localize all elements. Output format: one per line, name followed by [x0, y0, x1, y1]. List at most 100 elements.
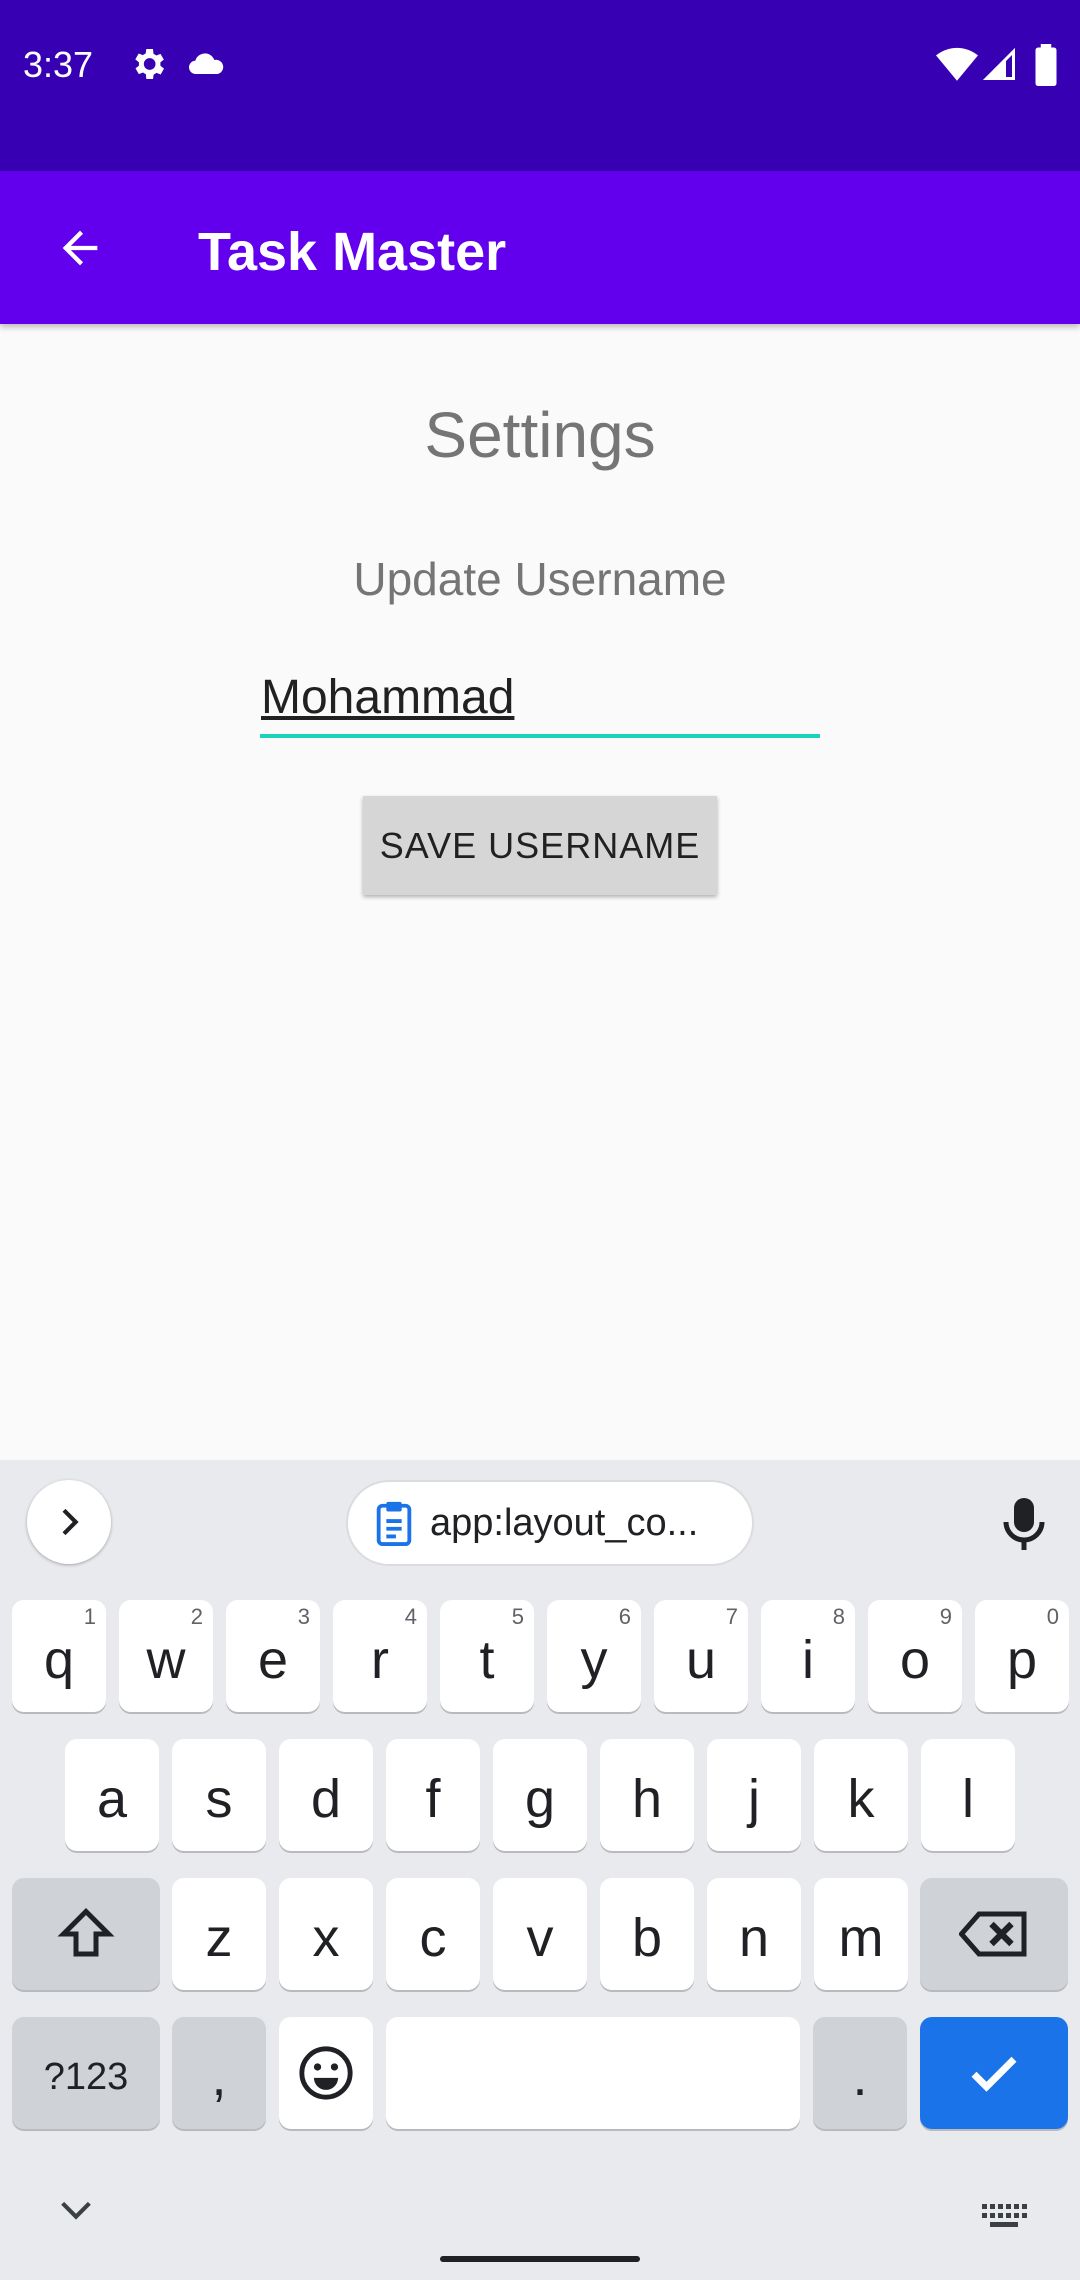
key-p-hint: 0 — [1046, 1604, 1059, 1629]
shift-key[interactable] — [12, 1878, 160, 1990]
key-g-label: g — [524, 1769, 556, 1829]
key-a[interactable]: a — [65, 1739, 159, 1851]
key-b-label: b — [631, 1908, 663, 1968]
chevron-right-icon — [62, 1508, 79, 1536]
app-title: Task Master — [198, 222, 507, 282]
update-username-label: Update Username — [353, 553, 727, 605]
key-x-label: x — [312, 1908, 340, 1968]
key-k[interactable]: k — [814, 1739, 908, 1851]
key-o-hint: 9 — [939, 1604, 952, 1629]
key-u[interactable]: u7 — [654, 1600, 748, 1712]
key-v[interactable]: v — [493, 1878, 587, 1990]
key-w-label: w — [146, 1630, 186, 1690]
key-e[interactable]: e3 — [226, 1600, 320, 1712]
key-g[interactable]: g — [493, 1739, 587, 1851]
settings-gear-icon — [128, 44, 168, 89]
backspace-key[interactable] — [920, 1878, 1068, 1990]
key-i-hint: 8 — [832, 1604, 845, 1629]
key-j[interactable]: j — [707, 1739, 801, 1851]
key-e-label: e — [257, 1630, 289, 1690]
username-input[interactable] — [260, 660, 820, 734]
key-k-label: k — [847, 1769, 875, 1829]
soft-keyboard: app:layout_co... — [0, 1460, 1080, 2280]
key-h[interactable]: h — [600, 1739, 694, 1851]
keyboard-expand-button[interactable] — [27, 1480, 111, 1564]
key-q-label: q — [43, 1630, 75, 1690]
key-m-label: m — [838, 1908, 884, 1968]
symbols-key-label: ?123 — [43, 2055, 129, 2098]
key-n-label: n — [738, 1908, 770, 1968]
status-bar: 3:37 — [0, 0, 1080, 171]
key-d-label: d — [310, 1769, 342, 1829]
key-v-label: v — [526, 1908, 554, 1968]
enter-key[interactable] — [920, 2017, 1068, 2129]
shift-icon — [57, 1907, 115, 1957]
key-b[interactable]: b — [600, 1878, 694, 1990]
key-w[interactable]: w2 — [119, 1600, 213, 1712]
comma-key-label: , — [211, 2047, 227, 2107]
emoji-icon — [299, 2046, 353, 2100]
key-o[interactable]: o9 — [868, 1600, 962, 1712]
battery-icon — [1034, 44, 1058, 91]
period-key-label: . — [852, 2047, 868, 2107]
key-y-label: y — [580, 1630, 608, 1690]
comma-key[interactable]: , — [172, 2017, 266, 2129]
key-u-hint: 7 — [725, 1604, 738, 1629]
save-username-button[interactable]: SAVE USERNAME — [363, 796, 717, 895]
key-m[interactable]: m — [814, 1878, 908, 1990]
username-field[interactable] — [260, 660, 820, 738]
key-l[interactable]: l — [921, 1739, 1015, 1851]
key-c-label: c — [419, 1908, 447, 1968]
key-z-label: z — [205, 1908, 233, 1968]
key-d[interactable]: d — [279, 1739, 373, 1851]
key-p-label: p — [1006, 1630, 1038, 1690]
key-i[interactable]: i8 — [761, 1600, 855, 1712]
key-s[interactable]: s — [172, 1739, 266, 1851]
key-x[interactable]: x — [279, 1878, 373, 1990]
key-f-label: f — [425, 1769, 441, 1829]
symbols-key[interactable]: ?123 — [12, 2017, 160, 2129]
backspace-icon — [959, 1911, 1027, 1957]
key-q[interactable]: q1 — [12, 1600, 106, 1712]
checkmark-icon — [971, 2056, 1017, 2092]
microphone-icon — [1003, 1498, 1045, 1550]
key-s-label: s — [205, 1769, 233, 1829]
microphone-button[interactable] — [1000, 1496, 1048, 1557]
wifi-icon — [936, 44, 978, 91]
keyboard-switch-button[interactable] — [980, 2202, 1028, 2235]
cell-signal-icon — [982, 44, 1018, 91]
clipboard-chip-text: app:layout_co... — [430, 1501, 699, 1544]
space-key[interactable] — [386, 2017, 800, 2129]
key-e-hint: 3 — [297, 1604, 310, 1629]
key-t-label: t — [479, 1630, 495, 1690]
key-z[interactable]: z — [172, 1878, 266, 1990]
key-t[interactable]: t5 — [440, 1600, 534, 1712]
key-r-label: r — [371, 1630, 389, 1690]
home-indicator[interactable] — [440, 2256, 640, 2262]
key-c[interactable]: c — [386, 1878, 480, 1990]
key-y-hint: 6 — [618, 1604, 631, 1629]
page-title: Settings — [424, 399, 656, 471]
app-bar: Task Master — [0, 171, 1080, 324]
key-i-label: i — [802, 1630, 814, 1690]
key-r[interactable]: r4 — [333, 1600, 427, 1712]
key-w-hint: 2 — [190, 1604, 203, 1629]
key-a-label: a — [96, 1769, 128, 1829]
key-y[interactable]: y6 — [547, 1600, 641, 1712]
clipboard-suggestion-chip[interactable]: app:layout_co... — [346, 1480, 754, 1566]
key-f[interactable]: f — [386, 1739, 480, 1851]
period-key[interactable]: . — [813, 2017, 907, 2129]
key-o-label: o — [899, 1630, 931, 1690]
cloud-icon — [186, 44, 226, 89]
keyboard-icon — [982, 2204, 1027, 2227]
status-time: 3:37 — [23, 44, 94, 85]
key-r-hint: 4 — [404, 1604, 417, 1629]
key-p[interactable]: p0 — [975, 1600, 1069, 1712]
key-h-label: h — [631, 1769, 663, 1829]
key-n[interactable]: n — [707, 1878, 801, 1990]
emoji-key[interactable] — [279, 2017, 373, 2129]
back-button[interactable] — [40, 208, 120, 288]
arrow-back-icon — [62, 230, 98, 266]
chevron-down-icon — [61, 2201, 91, 2220]
hide-keyboard-button[interactable] — [56, 2195, 96, 2230]
